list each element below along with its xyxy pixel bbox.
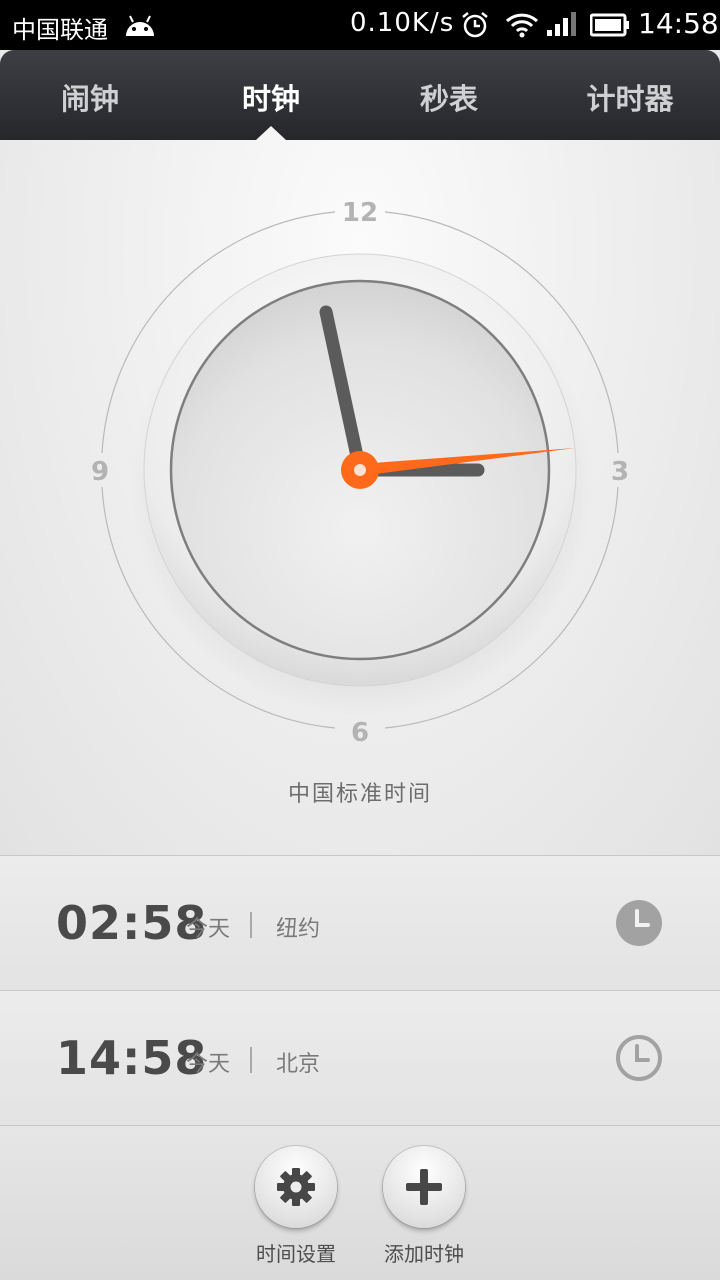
divider	[250, 912, 252, 938]
timezone-label: 中国标准时间	[287, 782, 432, 807]
world-clock-time: 02:58	[56, 896, 208, 950]
wifi-icon	[505, 12, 539, 42]
add-clock-button[interactable]	[383, 1146, 465, 1228]
plus-icon	[406, 1169, 442, 1205]
world-clock-city: 纽约	[276, 917, 321, 942]
status-bar: 中国联通 0.10K/s 14:58	[0, 0, 720, 50]
world-clock-row-new-york[interactable]: 02:58 今天 纽约	[0, 855, 720, 990]
world-clock-day: 今天	[186, 917, 231, 942]
battery-icon	[589, 13, 630, 41]
clock-panel: 12 3 6 9 中国标准时间	[0, 140, 720, 855]
tab-timer[interactable]: 计时器	[570, 76, 690, 118]
numeral-6: 6	[351, 718, 369, 748]
add-clock-label: 添加时钟	[384, 1242, 464, 1266]
world-clock-day: 今天	[186, 1052, 231, 1077]
gear-icon	[277, 1168, 315, 1206]
numeral-12: 12	[342, 198, 378, 228]
numeral-3: 3	[611, 457, 629, 487]
time-settings-label: 时间设置	[256, 1242, 336, 1266]
world-clock-row-beijing[interactable]: 14:58 今天 北京	[0, 990, 720, 1125]
tab-stopwatch[interactable]: 秒表	[389, 76, 509, 118]
clock-day-icon	[615, 1034, 663, 1086]
signal-icon	[546, 10, 576, 42]
tab-bar: 闹钟 时钟 秒表 计时器	[0, 50, 720, 140]
carrier-name: 中国联通	[12, 16, 108, 44]
active-tab-indicator	[256, 126, 286, 140]
tab-clock[interactable]: 时钟	[211, 76, 331, 118]
numeral-9: 9	[91, 457, 109, 487]
world-clock-list: 02:58 今天 纽约 14:58 今天 北京	[0, 855, 720, 1125]
network-speed: 0.10K/s	[350, 8, 455, 38]
time-settings-button[interactable]	[255, 1146, 337, 1228]
world-clock-city: 北京	[276, 1052, 321, 1077]
android-icon	[122, 12, 158, 42]
status-time: 14:58	[638, 7, 719, 40]
divider	[250, 1047, 252, 1073]
center-pin	[354, 464, 366, 476]
alarm-icon	[460, 10, 490, 44]
bottom-action-bar: 时间设置 添加时钟	[0, 1125, 720, 1280]
clock-night-icon	[615, 899, 663, 951]
world-clock-time: 14:58	[56, 1031, 208, 1085]
analog-clock: 12 3 6 9	[91, 198, 629, 748]
tab-alarm[interactable]: 闹钟	[30, 76, 150, 118]
